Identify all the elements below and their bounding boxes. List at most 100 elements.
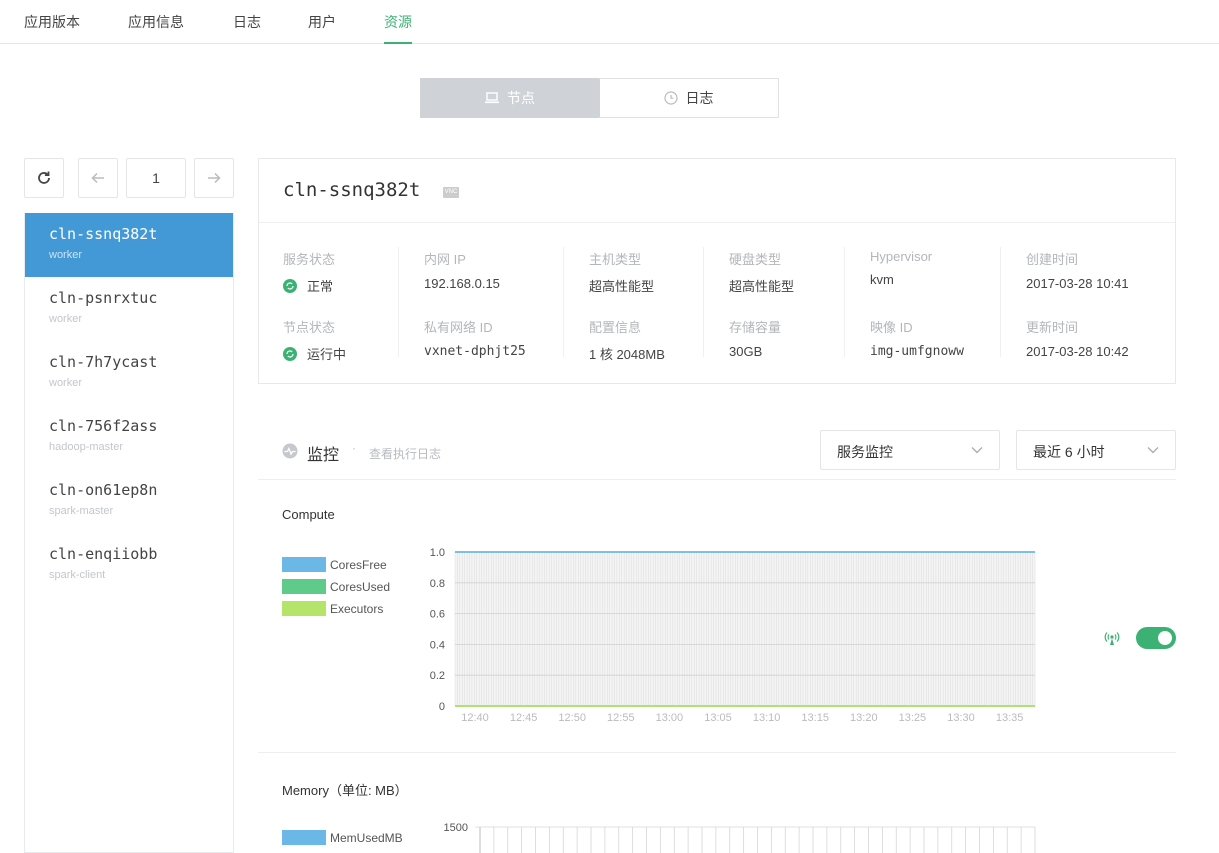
node-name: cln-7h7ycast bbox=[49, 353, 158, 371]
divider bbox=[563, 247, 564, 357]
tab-app-info[interactable]: 应用信息 bbox=[128, 12, 184, 44]
x-tick-label: 13:00 bbox=[656, 712, 684, 724]
list-item[interactable]: cln-enqiiobb spark-client bbox=[25, 533, 233, 597]
separator-dot: · bbox=[352, 441, 356, 455]
memory-chart-title: Memory（单位: MB） bbox=[282, 783, 408, 798]
storage-value: 30GB bbox=[729, 344, 763, 359]
ip-field: 内网 IP 192.168.0.15 bbox=[424, 249, 500, 291]
chevron-down-icon bbox=[971, 447, 983, 454]
hypervisor-value: kvm bbox=[870, 272, 894, 287]
node-status-text: 运行中 bbox=[307, 347, 347, 362]
vxnet-link[interactable]: vxnet-dphjt25 bbox=[424, 344, 526, 359]
divider bbox=[258, 752, 1176, 753]
arrow-left-icon bbox=[91, 172, 104, 184]
segment-nodes-label: 节点 bbox=[507, 90, 535, 106]
list-item[interactable]: cln-ssnq382t worker bbox=[25, 213, 233, 277]
list-item[interactable]: cln-7h7ycast worker bbox=[25, 341, 233, 405]
image-field: 映像 ID img-umfgnoww bbox=[870, 317, 964, 359]
broadcast-icon[interactable] bbox=[1104, 630, 1120, 646]
divider bbox=[398, 247, 399, 357]
node-role: worker bbox=[49, 249, 83, 261]
field-label: 硬盘类型 bbox=[729, 252, 782, 267]
x-tick-label: 13:20 bbox=[850, 712, 878, 724]
field-label: Hypervisor bbox=[870, 249, 933, 264]
field-label: 配置信息 bbox=[589, 320, 642, 335]
y-tick-label: 0.4 bbox=[430, 639, 445, 651]
updated-value: 2017-03-28 10:42 bbox=[1026, 344, 1129, 359]
hypervisor-field: Hypervisor kvm bbox=[870, 249, 932, 287]
legend-label: MemUsedMB bbox=[330, 830, 403, 845]
status-ok-icon bbox=[283, 278, 297, 293]
y-tick-label: 1500 bbox=[444, 822, 468, 834]
segment-nodes[interactable]: 节点 bbox=[420, 78, 600, 118]
legend-item-cores-used[interactable]: CoresUsed bbox=[282, 579, 390, 594]
tab-app-version[interactable]: 应用版本 bbox=[24, 12, 80, 44]
storage-field: 存储容量 30GB bbox=[729, 317, 781, 359]
next-page-button[interactable] bbox=[194, 158, 234, 198]
disk-type-value: 超高性能型 bbox=[729, 279, 795, 294]
y-tick-label: 1.0 bbox=[430, 547, 445, 559]
node-name: cln-on61ep8n bbox=[49, 481, 158, 499]
segment-logs-label: 日志 bbox=[685, 90, 714, 106]
field-label: 映像 ID bbox=[870, 320, 913, 335]
legend-item-mem-used[interactable]: MemUsedMB bbox=[282, 830, 403, 845]
config-value: 1 核 2048MB bbox=[589, 347, 665, 362]
laptop-icon bbox=[485, 92, 499, 104]
list-item[interactable]: cln-on61ep8n spark-master bbox=[25, 469, 233, 533]
node-role: worker bbox=[49, 377, 83, 389]
legend-swatch bbox=[282, 579, 326, 594]
y-tick-label: 0.8 bbox=[430, 578, 445, 590]
service-status-text: 正常 bbox=[307, 279, 334, 294]
list-item[interactable]: cln-756f2ass hadoop-master bbox=[25, 405, 233, 469]
status-running-icon bbox=[283, 346, 297, 361]
disk-type-field: 硬盘类型 超高性能型 bbox=[729, 249, 794, 295]
divider bbox=[844, 247, 845, 357]
legend-label: CoresFree bbox=[330, 557, 387, 572]
field-label: 服务状态 bbox=[283, 252, 336, 267]
field-label: 存储容量 bbox=[729, 320, 782, 335]
x-tick-label: 13:05 bbox=[704, 712, 732, 724]
compute-chart-title: Compute bbox=[282, 507, 335, 522]
field-label: 主机类型 bbox=[589, 252, 642, 267]
tab-logs[interactable]: 日志 bbox=[233, 12, 261, 44]
legend-item-cores-free[interactable]: CoresFree bbox=[282, 557, 387, 572]
segment-logs[interactable]: 日志 bbox=[599, 78, 779, 118]
realtime-toggle[interactable] bbox=[1136, 627, 1176, 649]
vxnet-field: 私有网络 ID vxnet-dphjt25 bbox=[424, 317, 526, 359]
image-link[interactable]: img-umfgnoww bbox=[870, 344, 964, 359]
x-tick-label: 12:45 bbox=[510, 712, 538, 724]
node-role: spark-master bbox=[49, 505, 114, 517]
x-tick-label: 13:30 bbox=[947, 712, 975, 724]
x-tick-label: 13:35 bbox=[996, 712, 1024, 724]
x-tick-label: 13:15 bbox=[801, 712, 829, 724]
node-role: hadoop-master bbox=[49, 441, 123, 453]
field-value: 运行中 bbox=[283, 344, 346, 363]
prev-page-button[interactable] bbox=[78, 158, 118, 198]
legend-item-executors[interactable]: Executors bbox=[282, 601, 383, 616]
tab-users[interactable]: 用户 bbox=[308, 12, 336, 44]
tab-resources[interactable]: 资源 bbox=[384, 12, 412, 44]
node-role: worker bbox=[49, 313, 83, 325]
ip-value: 192.168.0.15 bbox=[424, 276, 500, 291]
arrow-right-icon bbox=[208, 172, 221, 184]
field-label: 内网 IP bbox=[424, 252, 466, 267]
monitor-type-value: 服务监控 bbox=[837, 444, 893, 460]
list-item[interactable]: cln-psnrxtuc worker bbox=[25, 277, 233, 341]
time-range-select[interactable]: 最近 6 小时 bbox=[1016, 430, 1176, 470]
node-name: cln-psnrxtuc bbox=[49, 289, 158, 307]
view-execution-log-link[interactable]: 查看执行日志 bbox=[369, 445, 441, 462]
refresh-button[interactable] bbox=[24, 158, 64, 198]
monitor-title: 监控 bbox=[307, 447, 340, 464]
y-tick-label: 0.6 bbox=[430, 609, 445, 621]
monitor-type-select[interactable]: 服务监控 bbox=[820, 430, 1000, 470]
divider bbox=[703, 247, 704, 357]
created-field: 创建时间 2017-03-28 10:41 bbox=[1026, 249, 1129, 291]
y-tick-label: 0.2 bbox=[430, 670, 445, 682]
vnc-icon[interactable]: VNC bbox=[443, 187, 459, 198]
x-tick-label: 13:10 bbox=[753, 712, 781, 724]
divider bbox=[1000, 247, 1001, 357]
page-input[interactable]: 1 bbox=[126, 158, 186, 198]
pulse-icon bbox=[282, 443, 298, 459]
y-tick-label: 0 bbox=[439, 701, 445, 713]
config-field: 配置信息 1 核 2048MB bbox=[589, 317, 665, 363]
